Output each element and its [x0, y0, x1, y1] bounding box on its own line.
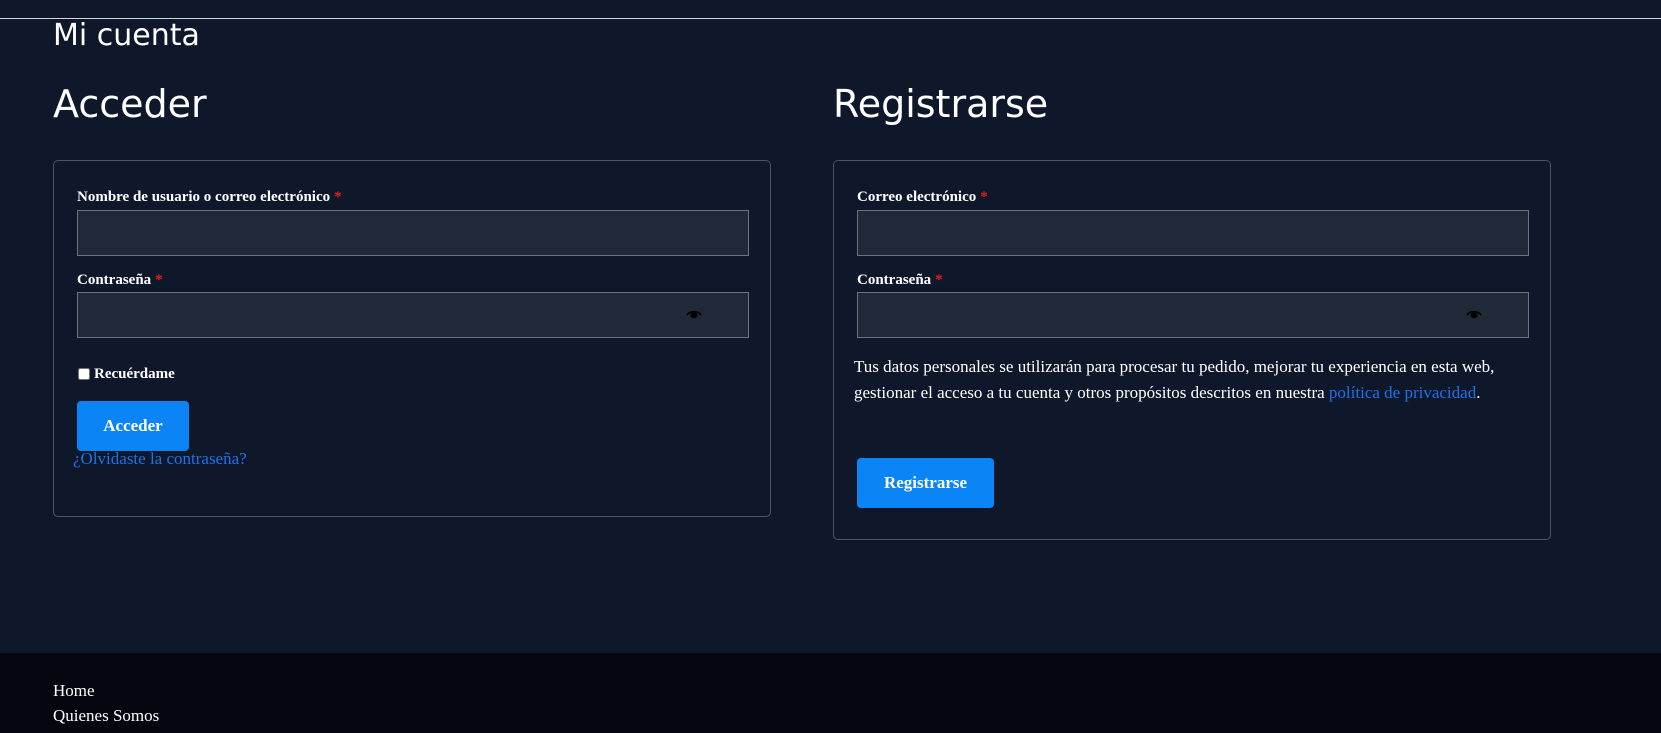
username-label: Nombre de usuario o correo electrónico *	[77, 187, 342, 207]
register-section: Registrarse Correo electrónico * Contrase…	[833, 78, 1553, 540]
privacy-policy-link[interactable]: política de privacidad	[1329, 383, 1476, 402]
register-password-label: Contraseña *	[857, 270, 943, 290]
required-marker: *	[155, 272, 163, 288]
required-marker: *	[980, 189, 988, 205]
login-password-input[interactable]	[77, 292, 749, 338]
login-heading: Acceder	[53, 82, 207, 126]
remember-label: Recuérdame	[94, 365, 175, 382]
register-form: Correo electrónico * Contraseña * Tus dato…	[833, 160, 1551, 540]
footer-link-home[interactable]: Home	[53, 680, 95, 702]
login-button[interactable]: Acceder	[77, 401, 189, 451]
privacy-notice: Tus datos personales se utilizarán para …	[854, 354, 1534, 406]
header-divider	[0, 18, 1661, 19]
username-input[interactable]	[77, 210, 749, 256]
forgot-password-link[interactable]: ¿Olvidaste la contraseña?	[73, 449, 247, 469]
register-password-label-text: Contraseña	[857, 272, 932, 288]
login-password-label: Contraseña *	[77, 270, 163, 290]
username-label-text: Nombre de usuario o correo electrónico	[77, 189, 331, 205]
page-title: Mi cuenta	[53, 18, 200, 53]
email-label: Correo electrónico *	[857, 187, 988, 207]
required-marker: *	[935, 272, 943, 288]
email-input[interactable]	[857, 210, 1529, 256]
my-account-page: Mi cuenta Acceder Nombre de usuario o co…	[0, 0, 1661, 733]
register-button[interactable]: Registrarse	[857, 458, 994, 508]
remember-checkbox[interactable]	[78, 368, 90, 380]
required-marker: *	[334, 189, 342, 205]
login-form: Nombre de usuario o correo electrónico * …	[53, 160, 771, 517]
register-heading: Registrarse	[833, 82, 1049, 126]
remember-me: Recuérdame	[77, 364, 175, 384]
privacy-text-end: .	[1476, 383, 1481, 402]
login-section: Acceder Nombre de usuario o correo elect…	[53, 78, 773, 517]
eye-icon[interactable]	[1466, 310, 1482, 320]
register-password-input[interactable]	[857, 292, 1529, 338]
footer-link-about[interactable]: Quienes Somos	[53, 705, 159, 727]
email-label-text: Correo electrónico	[857, 189, 977, 205]
footer: Home Quienes Somos	[0, 653, 1661, 733]
login-password-label-text: Contraseña	[77, 272, 152, 288]
eye-icon[interactable]	[686, 310, 702, 320]
